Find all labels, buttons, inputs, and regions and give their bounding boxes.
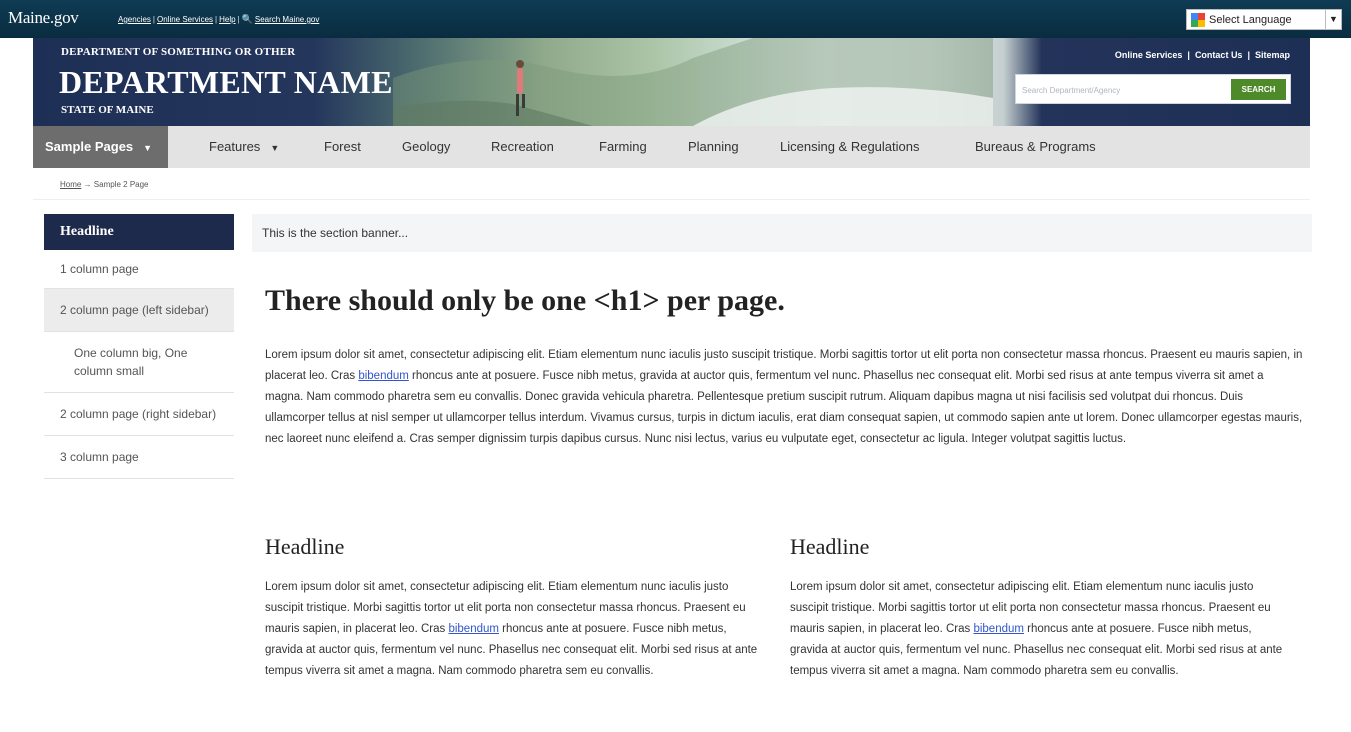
- bibendum-link[interactable]: bibendum: [358, 370, 409, 382]
- state-label: STATE OF MAINE: [61, 104, 154, 116]
- department-name[interactable]: DEPARTMENT NAME: [59, 64, 393, 101]
- sidebar-item-2-column-left[interactable]: 2 column page (left sidebar): [44, 289, 234, 332]
- search-icon: 🔍: [241, 14, 253, 24]
- caret-down-icon: ▼: [270, 143, 280, 153]
- sidebar-item-3-column[interactable]: 3 column page: [44, 436, 234, 479]
- landscape-image: [393, 38, 993, 126]
- nav-item-planning[interactable]: Planning: [688, 126, 739, 168]
- content-column-right: Headline Lorem ipsum dolor sit amet, con…: [790, 534, 1290, 682]
- breadcrumb: Home → Sample 2 Page: [60, 180, 149, 189]
- paragraph-text: rhoncus ante at posuere. Fusce nibh metu…: [265, 370, 1303, 445]
- breadcrumb-home[interactable]: Home: [60, 180, 81, 189]
- nav-item-recreation[interactable]: Recreation: [491, 126, 554, 168]
- sidebar-headline: Headline: [44, 214, 234, 250]
- header-link-sitemap[interactable]: Sitemap: [1255, 50, 1290, 60]
- department-search: SEARCH: [1015, 74, 1291, 104]
- content-column-left: Headline Lorem ipsum dolor sit amet, con…: [265, 534, 765, 682]
- sidebar: Headline 1 column page 2 column page (le…: [44, 214, 234, 479]
- breadcrumb-current: → Sample 2 Page: [83, 180, 149, 189]
- sidebar-item-1-column[interactable]: 1 column page: [44, 250, 234, 289]
- nav-item-label: Features: [209, 139, 261, 154]
- column-headline: Headline: [790, 534, 870, 559]
- nav-item-geology[interactable]: Geology: [402, 126, 450, 168]
- nav-item-forest[interactable]: Forest: [324, 126, 361, 168]
- nav-item-farming[interactable]: Farming: [599, 126, 647, 168]
- nav-item-bureaus[interactable]: Bureaus & Programs: [975, 126, 1096, 168]
- link-search-maine-gov[interactable]: Search Maine.gov: [255, 15, 319, 24]
- nav-item-licensing[interactable]: Licensing & Regulations: [780, 126, 919, 168]
- caret-down-icon: ▼: [143, 143, 153, 153]
- section-banner: This is the section banner...: [252, 214, 1312, 252]
- google-translate-icon: [1191, 12, 1205, 27]
- header-link-online-services[interactable]: Online Services: [1115, 50, 1183, 60]
- nav-item-features[interactable]: Features ▼: [209, 126, 279, 168]
- maine-gov-logo[interactable]: Maine.gov: [8, 8, 79, 28]
- search-input[interactable]: [1022, 81, 1222, 99]
- dropdown-arrow-icon: ▼: [1325, 10, 1341, 29]
- divider: [33, 199, 1310, 200]
- link-help[interactable]: Help: [219, 15, 235, 24]
- nav-item-sample-pages[interactable]: Sample Pages ▼: [33, 126, 169, 168]
- header-banner: DEPARTMENT OF SOMETHING OR OTHER DEPARTM…: [33, 38, 1310, 126]
- header-links: Online Services | Contact Us | Sitemap: [1114, 50, 1290, 60]
- link-online-services[interactable]: Online Services: [157, 15, 213, 24]
- bibendum-link[interactable]: bibendum: [448, 623, 499, 635]
- main-nav: Sample Pages ▼ Features ▼ Forest Geology R…: [33, 126, 1310, 168]
- nav-item-label: Sample Pages: [45, 139, 134, 154]
- top-utility-bar: Maine.gov Agencies | Online Services | Help |…: [0, 0, 1351, 38]
- search-button[interactable]: SEARCH: [1231, 79, 1286, 100]
- intro-paragraph: Lorem ipsum dolor sit amet, consectetur …: [265, 345, 1305, 450]
- sidebar-item-one-column-big[interactable]: One column big, One column small: [44, 332, 234, 393]
- column-paragraph: Lorem ipsum dolor sit amet, consectetur …: [265, 577, 765, 682]
- department-subtitle: DEPARTMENT OF SOMETHING OR OTHER: [61, 46, 296, 58]
- top-links: Agencies | Online Services | Help | 🔍 Search Ma…: [118, 14, 320, 24]
- column-paragraph: Lorem ipsum dolor sit amet, consectetur …: [790, 577, 1290, 682]
- header-link-contact-us[interactable]: Contact Us: [1195, 50, 1243, 60]
- sidebar-item-2-column-right[interactable]: 2 column page (right sidebar): [44, 393, 234, 436]
- link-agencies[interactable]: Agencies: [118, 15, 151, 24]
- page-title: There should only be one <h1> per page.: [265, 284, 785, 317]
- language-select-label: Select Language: [1209, 13, 1292, 26]
- language-select[interactable]: Select Language ▼: [1186, 9, 1342, 30]
- column-headline: Headline: [265, 534, 345, 559]
- bibendum-link[interactable]: bibendum: [973, 623, 1024, 635]
